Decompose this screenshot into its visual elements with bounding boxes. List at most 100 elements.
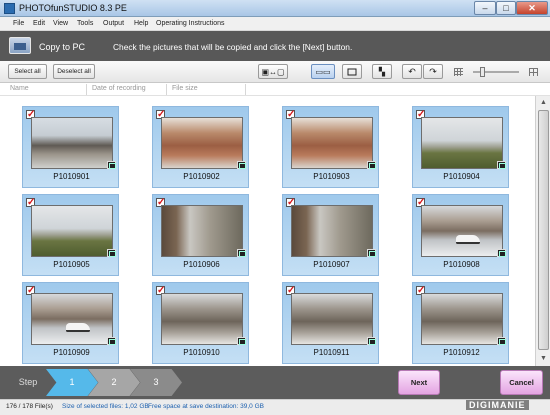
scroll-down-icon[interactable]: ▼ [538,353,549,364]
minimize-button[interactable]: – [474,1,496,15]
photo-image[interactable] [161,205,243,257]
photo-image[interactable] [291,117,373,169]
photo-name: P1010904 [443,172,480,181]
menu-output[interactable]: Output [103,20,124,27]
thumbnail-view-icon: ▭▭ [315,67,331,76]
photo-image[interactable] [161,293,243,345]
photo-thumbnail[interactable]: ✓ P1010911 [282,282,379,364]
rotate-left-button[interactable]: ↶ [402,64,422,79]
copy-to-pc-icon [9,37,31,54]
picture-type-icon [237,161,246,169]
single-view-icon [347,68,357,75]
photo-thumbnail[interactable]: ✓ P1010902 [152,106,249,188]
photo-name: P1010910 [183,348,220,357]
photo-image[interactable] [161,117,243,169]
menu-tools[interactable]: Tools [77,20,93,27]
slider-handle[interactable] [480,67,485,77]
picture-type-icon [497,249,506,257]
photo-image[interactable] [421,205,503,257]
next-button[interactable]: Next [398,370,440,395]
column-name[interactable]: Name [10,85,29,92]
photo-image[interactable] [31,117,113,169]
deselect-all-button[interactable]: Deselect all [53,64,95,79]
photo-thumbnail[interactable]: ✓ P1010906 [152,194,249,276]
scrollbar-thumb[interactable] [538,110,549,350]
watermark-logo: DIGIMANIE [466,400,529,410]
photo-thumbnail[interactable]: ✓ P1010907 [282,194,379,276]
menu-edit[interactable]: Edit [33,20,45,27]
photo-thumbnail[interactable]: ✓ P1010905 [22,194,119,276]
column-divider[interactable] [245,84,246,95]
free-space: Free space at save destination: 39,0 GB [148,403,264,410]
column-headers: Name Date of recording File size [0,83,550,96]
page-header: Copy to PC Check the pictures that will … [0,31,550,61]
photo-image[interactable] [291,293,373,345]
picture-type-icon [237,337,246,345]
picture-type-icon [367,249,376,257]
cancel-button[interactable]: Cancel [500,370,543,395]
photo-name: P1010905 [53,260,90,269]
photo-name: P1010906 [183,260,220,269]
view-toggle-button[interactable]: ▣↔▢ [258,64,288,79]
menu-view[interactable]: View [53,20,68,27]
window-title: PHOTOfunSTUDIO 8.3 PE [19,3,127,13]
picture-type-icon [107,249,116,257]
title-bar: PHOTOfunSTUDIO 8.3 PE – □ ✕ [0,0,550,17]
photo-thumbnail[interactable]: ✓ P1010903 [282,106,379,188]
photo-name: P1010911 [313,348,350,357]
photo-name: P1010907 [313,260,350,269]
picture-type-icon [367,337,376,345]
column-divider[interactable] [86,84,87,95]
picture-type-icon [497,161,506,169]
maximize-button[interactable]: □ [496,1,516,15]
menu-file[interactable]: File [13,20,24,27]
thumbnail-view-button[interactable]: ▭▭ [311,64,335,79]
photo-thumbnail[interactable]: ✓ P1010908 [412,194,509,276]
picture-type-icon [367,161,376,169]
menu-bar: File Edit View Tools Output Help Operati… [0,17,550,31]
photo-thumbnail[interactable]: ✓ P1010901 [22,106,119,188]
picture-type-icon [107,337,116,345]
column-file-size[interactable]: File size [172,85,198,92]
large-grid-icon[interactable] [529,68,538,76]
view-toggle-icon: ▣↔▢ [261,67,285,76]
photo-name: P1010909 [53,348,90,357]
step-label: Step [18,377,38,387]
photo-image[interactable] [31,293,113,345]
photo-thumbnail[interactable]: ✓ P1010909 [22,282,119,364]
picture-type-icon [237,249,246,257]
vertical-scrollbar[interactable]: ▲ ▼ [535,96,550,366]
scroll-up-icon[interactable]: ▲ [538,97,549,108]
filmstrip-view-button[interactable]: ▚ [372,64,392,79]
photo-image[interactable] [421,117,503,169]
photo-image[interactable] [31,205,113,257]
step-1: 1 [46,369,98,396]
photo-name: P1010908 [443,260,480,269]
rotate-right-icon: ↷ [429,66,437,76]
rotate-right-button[interactable]: ↷ [423,64,443,79]
menu-operating-instructions[interactable]: Operating Instructions [156,20,224,27]
photo-name: P1010912 [443,348,480,357]
small-grid-icon[interactable] [454,68,463,76]
select-all-button[interactable]: Select all [8,64,47,79]
photo-image[interactable] [421,293,503,345]
photo-image[interactable] [291,205,373,257]
close-button[interactable]: ✕ [516,1,548,15]
photo-thumbnail[interactable]: ✓ P1010912 [412,282,509,364]
menu-help[interactable]: Help [134,20,148,27]
toolbar: Select all Deselect all ▣↔▢ ▭▭ ▚ ↶ ↷ [0,61,550,83]
rotate-left-icon: ↶ [408,66,416,76]
step-bar: Step 1 2 3 Next Cancel [0,366,550,399]
thumbnail-grid: ✓ P1010901 ✓ P1010902 ✓ P1010903 ✓ P1010904 ✓ P10… [0,96,535,366]
photo-name: P1010901 [53,172,90,181]
photo-name: P1010902 [183,172,220,181]
photo-name: P1010903 [313,172,350,181]
file-count: 176 / 178 File(s) [6,403,53,410]
single-view-button[interactable] [342,64,362,79]
column-divider[interactable] [166,84,167,95]
photo-thumbnail[interactable]: ✓ P1010910 [152,282,249,364]
column-date[interactable]: Date of recording [92,85,146,92]
picture-type-icon [107,161,116,169]
photo-thumbnail[interactable]: ✓ P1010904 [412,106,509,188]
instruction-text: Check the pictures that will be copied a… [113,42,353,52]
